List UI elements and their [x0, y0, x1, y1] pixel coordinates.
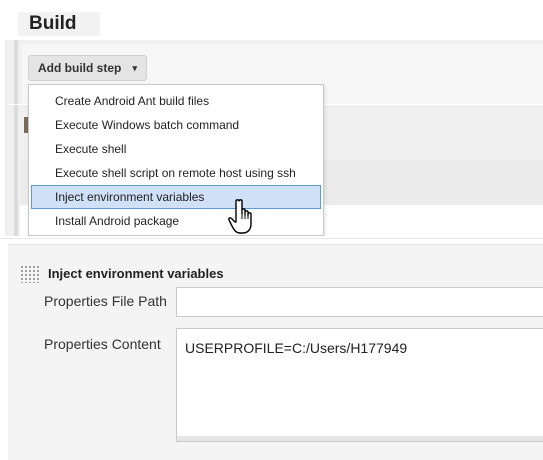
add-build-step-label: Add build step: [38, 61, 122, 75]
inject-env-vars-panel: Inject environment variables Properties …: [0, 238, 543, 460]
menu-item-execute-shell-script-remote-ssh[interactable]: Execute shell script on remote host usin…: [31, 161, 321, 185]
properties-file-path-label: Properties File Path: [44, 293, 167, 309]
build-section: Build Add build step ▾ Create Android An…: [0, 0, 543, 236]
chevron-down-icon: ▾: [132, 63, 137, 73]
properties-content-label: Properties Content: [44, 336, 161, 352]
menu-item-install-android-package[interactable]: Install Android package: [31, 209, 321, 233]
panel-divider: [0, 238, 543, 239]
properties-file-path-input[interactable]: [176, 287, 543, 317]
build-step-dropdown-menu: Create Android Ant build files Execute W…: [28, 84, 324, 236]
menu-item-create-android-ant-build-files[interactable]: Create Android Ant build files: [31, 89, 321, 113]
hand-pointer-icon: [228, 199, 252, 234]
section-left-rule: [14, 40, 18, 236]
block-title: Inject environment variables: [48, 266, 224, 281]
section-title: Build: [18, 12, 100, 36]
drag-handle-icon[interactable]: [20, 265, 40, 283]
menu-item-inject-environment-variables[interactable]: Inject environment variables: [31, 185, 321, 209]
menu-item-execute-shell[interactable]: Execute shell: [31, 137, 321, 161]
add-build-step-button[interactable]: Add build step ▾: [28, 55, 147, 81]
textarea-resize-bar[interactable]: [176, 436, 543, 442]
menu-item-execute-windows-batch-command[interactable]: Execute Windows batch command: [31, 113, 321, 137]
properties-content-textarea[interactable]: USERPROFILE=C:/Users/H177949: [176, 328, 543, 437]
